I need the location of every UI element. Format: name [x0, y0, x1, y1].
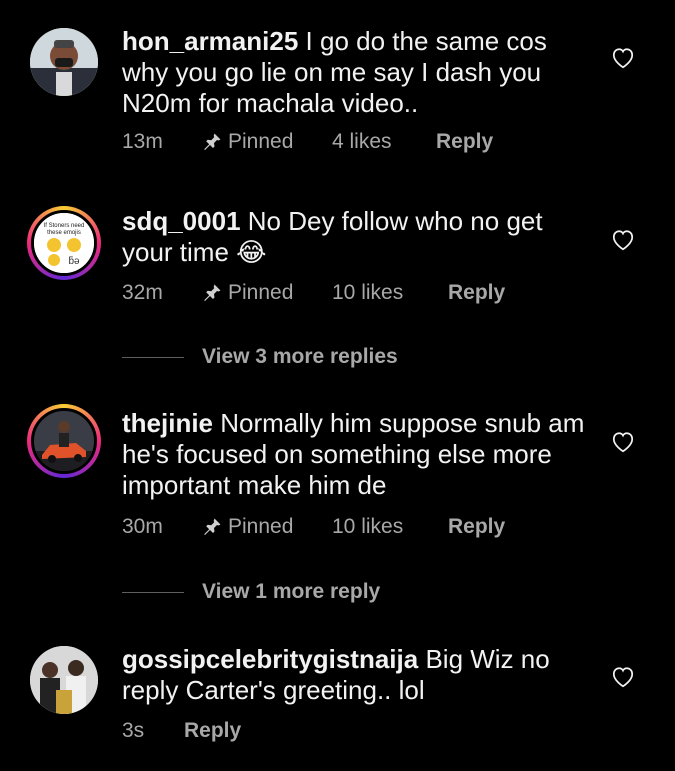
comment-meta: 30m Pinned 10 likes Reply — [122, 515, 505, 539]
comment-body: sdq_0001 No Dey follow who no get your t… — [122, 206, 592, 268]
pinned-label: Pinned — [202, 515, 332, 539]
comment-body: hon_armani25 I go do the same cos why yo… — [122, 26, 592, 119]
comment-username[interactable]: sdq_0001 — [122, 206, 241, 236]
comment-meta: 32m Pinned 10 likes Reply — [122, 281, 505, 305]
avatar[interactable]: If Stoners need these emojis ƃǝ — [27, 206, 101, 280]
reply-button[interactable]: Reply — [448, 515, 505, 539]
comment-meta: 3s Reply — [122, 719, 241, 743]
like-heart-icon[interactable] — [610, 429, 636, 453]
comment-username[interactable]: thejinie — [122, 408, 213, 438]
like-heart-icon[interactable] — [610, 45, 636, 69]
avatar[interactable] — [30, 646, 98, 714]
pin-icon — [204, 518, 221, 535]
view-more-replies-button[interactable]: View 3 more replies — [122, 345, 398, 369]
svg-text:these emojis: these emojis — [47, 230, 81, 236]
reply-button[interactable]: Reply — [448, 281, 505, 305]
car-photo-avatar-icon — [34, 411, 94, 471]
view-more-replies-label[interactable]: View 3 more replies — [202, 345, 398, 369]
reply-button[interactable]: Reply — [436, 130, 493, 154]
reply-button[interactable]: Reply — [184, 719, 241, 743]
likes-count[interactable]: 10 likes — [332, 515, 448, 539]
avatar[interactable] — [30, 28, 98, 96]
comment-time: 30m — [122, 515, 163, 538]
comment-body: thejinie Normally him suppose snub am he… — [122, 408, 592, 501]
emoji-meme-avatar-icon: If Stoners need these emojis ƃǝ — [34, 213, 94, 273]
group-photo-avatar-icon — [30, 646, 98, 714]
divider-line — [122, 356, 184, 358]
comment-body: gossipcelebritygistnaija Big Wiz no repl… — [122, 644, 592, 706]
pinned-label: Pinned — [202, 130, 332, 154]
comment-username[interactable]: hon_armani25 — [122, 26, 298, 56]
pinned-label: Pinned — [202, 281, 332, 305]
avatar[interactable] — [27, 404, 101, 478]
view-more-replies-button[interactable]: View 1 more reply — [122, 580, 380, 604]
likes-count[interactable]: 10 likes — [332, 281, 448, 305]
likes-count[interactable]: 4 likes — [332, 130, 436, 154]
view-more-replies-label[interactable]: View 1 more reply — [202, 580, 380, 604]
man-with-mask-avatar-icon — [30, 28, 98, 96]
pin-icon — [204, 133, 221, 150]
svg-text:If Stoners need: If Stoners need — [44, 223, 85, 229]
comment-time: 3s — [122, 719, 145, 742]
divider-line — [122, 591, 184, 593]
pin-icon — [204, 284, 221, 301]
comment-meta: 13m Pinned 4 likes Reply — [122, 130, 493, 154]
like-heart-icon[interactable] — [610, 664, 636, 688]
comment-time: 32m — [122, 281, 163, 304]
svg-text:ƃǝ: ƃǝ — [68, 256, 80, 267]
like-heart-icon[interactable] — [610, 227, 636, 251]
comment-time: 13m — [122, 130, 163, 153]
comment-username[interactable]: gossipcelebritygistnaija — [122, 644, 418, 674]
